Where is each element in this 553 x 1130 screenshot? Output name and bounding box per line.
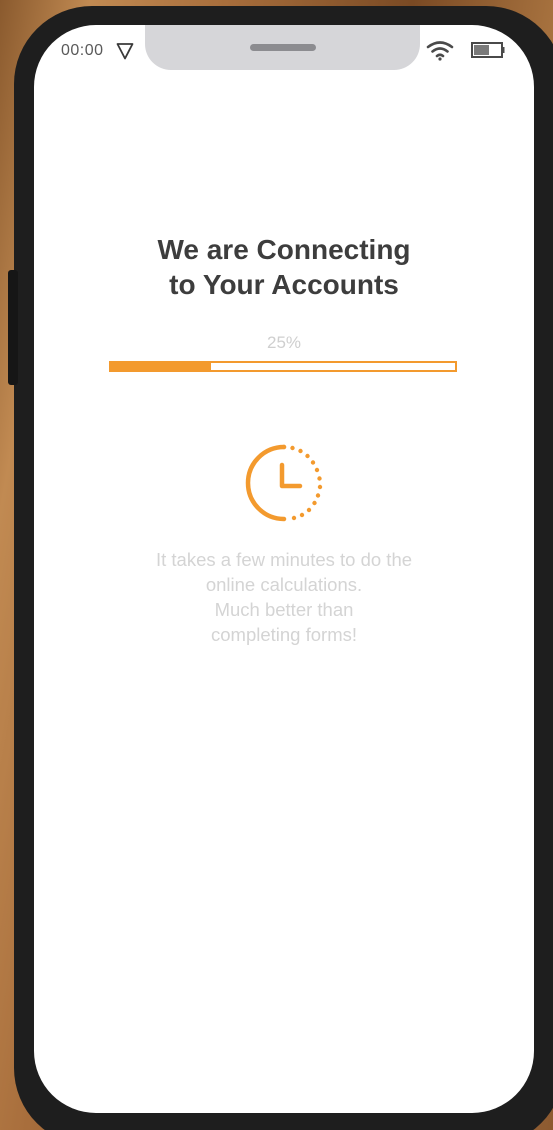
phone-screen: 00:00 We are Connecting to Your Accounts… (34, 25, 534, 1113)
notch (145, 25, 420, 70)
location-arrow-icon (116, 43, 134, 60)
title-line: to Your Accounts (169, 269, 399, 300)
message-line: completing forms! (211, 624, 357, 645)
battery-icon (471, 42, 505, 58)
loading-message: It takes a few minutes to do the online … (34, 547, 534, 647)
message-line: Much better than (214, 599, 354, 620)
message-line: online calculations. (205, 574, 363, 595)
status-time: 00:00 (61, 42, 104, 59)
progress-bar-fill (111, 363, 211, 370)
message-line: It takes a few minutes to do the (155, 549, 413, 570)
progress-percent-label: 25% (266, 333, 302, 352)
page-title: We are Connecting to Your Accounts (34, 232, 534, 302)
phone-side-button (8, 270, 18, 385)
speaker-grille (250, 44, 316, 51)
wifi-icon (426, 41, 454, 61)
title-line: We are Connecting (157, 234, 411, 265)
clock-icon (245, 444, 323, 522)
progress-bar (109, 361, 457, 372)
